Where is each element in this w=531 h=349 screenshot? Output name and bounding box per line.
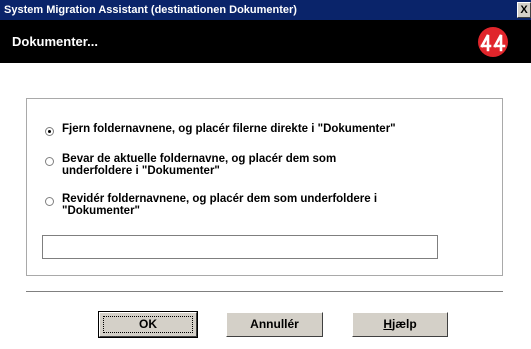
- window-border: [0, 63, 4, 349]
- radio-revise-folder-names[interactable]: [45, 197, 54, 206]
- window-title: System Migration Assistant (destinatione…: [4, 4, 297, 16]
- sma-logo-icon: [478, 27, 508, 57]
- radio-keep-folder-names[interactable]: [45, 157, 54, 166]
- help-button-mnemonic: H: [383, 317, 392, 331]
- wizard-header: Dokumenter...: [0, 20, 531, 63]
- cancel-button[interactable]: Annullér: [226, 312, 323, 337]
- help-button[interactable]: Hjælp: [352, 312, 448, 337]
- window-titlebar: System Migration Assistant (destinatione…: [0, 0, 531, 20]
- option-remove-folder-names[interactable]: Fjern foldernavnene, og placér filerne d…: [45, 123, 396, 136]
- page-title: Dokumenter...: [12, 34, 98, 49]
- option-label: Bevar de aktuelle foldernavne, og placér…: [62, 153, 337, 177]
- folder-name-input[interactable]: [42, 235, 438, 259]
- focus-rect: [103, 316, 193, 333]
- option-label: Revidér foldernavnene, og placér dem som…: [62, 193, 378, 217]
- options-panel: Fjern foldernavnene, og placér filerne d…: [26, 98, 503, 276]
- button-separator: [26, 291, 503, 292]
- ok-button[interactable]: OK: [98, 311, 198, 338]
- option-revise-folder-names[interactable]: Revidér foldernavnene, og placér dem som…: [45, 193, 442, 217]
- close-button[interactable]: X: [517, 2, 531, 18]
- option-label: Fjern foldernavnene, og placér filerne d…: [62, 123, 396, 135]
- help-button-label: jælp: [392, 317, 417, 331]
- cancel-button-label: Annullér: [250, 317, 299, 331]
- option-keep-folder-names[interactable]: Bevar de aktuelle foldernavne, og placér…: [45, 153, 392, 177]
- radio-remove-folder-names[interactable]: [45, 127, 54, 136]
